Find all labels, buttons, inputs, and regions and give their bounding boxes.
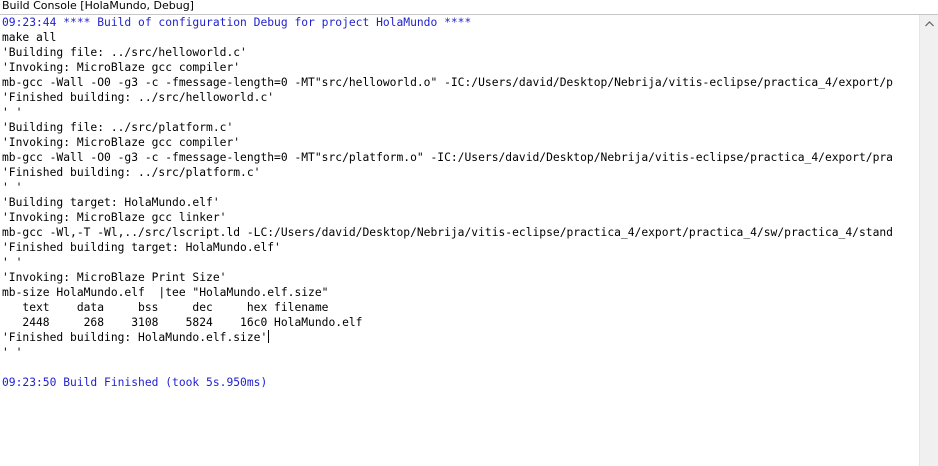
console-title-bar: Build Console [HolaMundo, Debug] <box>0 0 938 14</box>
console-line-text: 'Finished building: ../src/platform.c' <box>2 166 261 179</box>
console-line-text: ' ' <box>2 106 23 119</box>
console-line: ' ' <box>2 345 893 360</box>
chevron-up-icon <box>924 20 934 27</box>
console-line: 'Building file: ../src/platform.c' <box>2 120 893 135</box>
text-caret <box>268 330 270 343</box>
console-line: 'Finished building: HolaMundo.elf.size' <box>2 330 893 345</box>
console-line: mb-gcc -Wall -O0 -g3 -c -fmessage-length… <box>2 75 893 90</box>
console-line-text: 09:23:44 **** Build of configuration Deb… <box>2 16 472 29</box>
console-info-line: 09:23:50 Build Finished (took 5s.950ms) <box>2 375 893 390</box>
console-line-text: 'Building target: HolaMundo.elf' <box>2 196 220 209</box>
console-line-text: 'Invoking: MicroBlaze gcc compiler' <box>2 136 241 149</box>
build-console-window: Build Console [HolaMundo, Debug] 09:23:4… <box>0 0 938 466</box>
console-line-text: 2448 268 3108 5824 16c0 HolaMundo.elf <box>2 316 363 329</box>
console-line: mb-size HolaMundo.elf |tee "HolaMundo.el… <box>2 285 893 300</box>
console-title: Build Console [HolaMundo, Debug] <box>2 0 194 12</box>
console-line: 'Invoking: MicroBlaze gcc compiler' <box>2 60 893 75</box>
scroll-up-button[interactable] <box>920 15 938 32</box>
console-line-text: mb-size HolaMundo.elf |tee "HolaMundo.el… <box>2 286 329 299</box>
console-line-text: text data bss dec hex filename <box>2 301 329 314</box>
console-line: 'Building file: ../src/helloworld.c' <box>2 45 893 60</box>
console-line-text: ' ' <box>2 256 23 269</box>
vertical-scrollbar[interactable] <box>919 15 938 466</box>
console-line: text data bss dec hex filename <box>2 300 893 315</box>
console-line: ' ' <box>2 180 893 195</box>
console-info-line: 09:23:44 **** Build of configuration Deb… <box>2 15 893 30</box>
console-line-text: 'Finished building target: HolaMundo.elf… <box>2 241 281 254</box>
console-line: ' ' <box>2 255 893 270</box>
console-line-text: make all <box>2 31 57 44</box>
console-line-text: 'Finished building: ../src/helloworld.c' <box>2 91 275 104</box>
console-line: 2448 268 3108 5824 16c0 HolaMundo.elf <box>2 315 893 330</box>
console-line: 'Finished building target: HolaMundo.elf… <box>2 240 893 255</box>
console-line-text: 'Finished building: HolaMundo.elf.size' <box>2 331 268 344</box>
console-line: 'Finished building: ../src/platform.c' <box>2 165 893 180</box>
console-line: mb-gcc -Wall -O0 -g3 -c -fmessage-length… <box>2 150 893 165</box>
console-line-text: 'Invoking: MicroBlaze gcc linker' <box>2 211 227 224</box>
console-line: 'Invoking: MicroBlaze Print Size' <box>2 270 893 285</box>
console-line: ' ' <box>2 105 893 120</box>
console-line-text: 'Invoking: MicroBlaze gcc compiler' <box>2 61 241 74</box>
console-line: 'Invoking: MicroBlaze gcc compiler' <box>2 135 893 150</box>
console-line-text: 'Invoking: MicroBlaze Print Size' <box>2 271 227 284</box>
console-line-text: ' ' <box>2 181 23 194</box>
console-line-text: mb-gcc -Wall -O0 -g3 -c -fmessage-length… <box>2 76 893 89</box>
console-output-area[interactable]: 09:23:44 **** Build of configuration Deb… <box>0 15 919 466</box>
console-line-text: 'Building file: ../src/platform.c' <box>2 121 234 134</box>
console-line-text: ' ' <box>2 346 23 359</box>
console-lines: 09:23:44 **** Build of configuration Deb… <box>2 15 893 390</box>
console-line-text: mb-gcc -Wall -O0 -g3 -c -fmessage-length… <box>2 151 893 164</box>
console-line-text: mb-gcc -Wl,-T -Wl,../src/lscript.ld -LC:… <box>2 226 893 239</box>
console-line: 'Finished building: ../src/helloworld.c' <box>2 90 893 105</box>
console-line: 'Building target: HolaMundo.elf' <box>2 195 893 210</box>
console-line: 'Invoking: MicroBlaze gcc linker' <box>2 210 893 225</box>
console-line: mb-gcc -Wl,-T -Wl,../src/lscript.ld -LC:… <box>2 225 893 240</box>
console-line: make all <box>2 30 893 45</box>
console-line-text: 'Building file: ../src/helloworld.c' <box>2 46 247 59</box>
console-line-text: 09:23:50 Build Finished (took 5s.950ms) <box>2 376 268 389</box>
